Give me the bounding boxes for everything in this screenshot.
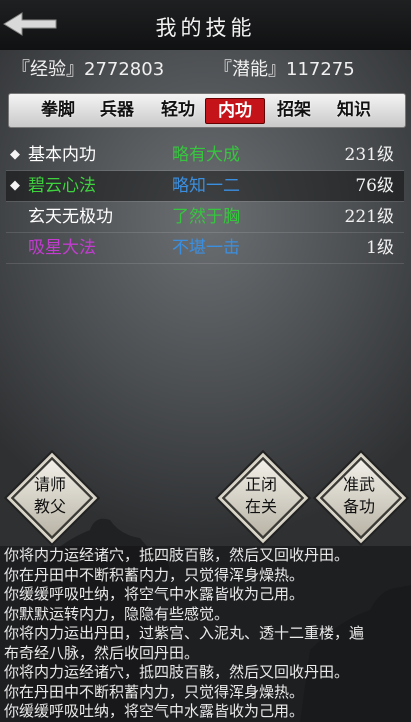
skill-proficiency: 不堪一击 — [172, 238, 240, 258]
skill-grade: 231级 — [344, 145, 394, 165]
row-divider — [6, 263, 404, 264]
tab-lightness[interactable]: 轻功 — [149, 98, 207, 122]
skill-grade: 76级 — [355, 176, 394, 196]
skill-row[interactable]: ◆ 基本内功 略有大成 231级 — [6, 140, 404, 170]
skill-row[interactable]: 吸星大法 不堪一击 1级 — [6, 233, 404, 263]
skill-name: 玄天无极功 — [28, 207, 113, 227]
log-line: 你缓缓呼吸吐纳，将空气中水露皆收为己用。 — [4, 702, 305, 720]
tab-knowledge[interactable]: 知识 — [325, 98, 383, 122]
tab-inner-power[interactable]: 内功 — [205, 98, 265, 124]
selected-marker-icon: ◆ — [10, 178, 20, 193]
log-line: 你缓缓呼吸吐纳，将空气中水露皆收为己用。 — [4, 585, 305, 603]
log-line: 你将内力运出丹田，过紫宫、入泥丸、透十二重楼，遍 — [4, 624, 365, 642]
log-line: 布奇经八脉，然后收回丹田。 — [4, 643, 200, 662]
skill-name: 吸星大法 — [28, 238, 96, 258]
message-log[interactable]: 你将内力运经诸穴，抵四肢百骸，然后又回收丹田。 你在丹田中不断积蓄内力，只觉得浑身… — [0, 546, 411, 722]
log-line: 你默默运转内力，隐隐有些感觉。 — [4, 604, 230, 623]
log-line: 你在丹田中不断积蓄内力，只觉得浑身燥热。 — [4, 565, 305, 584]
skill-proficiency: 略有大成 — [172, 145, 240, 165]
skill-proficiency: 略知一二 — [172, 176, 240, 196]
skill-name: 基本内功 — [28, 145, 96, 165]
skill-grade: 1级 — [366, 238, 394, 258]
skill-grade: 221级 — [344, 207, 394, 227]
header-bar: 我的技能 — [0, 0, 411, 50]
log-line: 你将内力运经诸穴，抵四肢百骸，然后又回收丹田。 — [4, 546, 350, 564]
skill-name: 碧云心法 — [28, 176, 96, 196]
log-line: 你在丹田中不断积蓄内力，只觉得浑身燥热。 — [4, 682, 305, 701]
tab-weapon[interactable]: 兵器 — [88, 98, 146, 122]
log-line: 你将内力运经诸穴，抵四肢百骸，然后又回收丹田。 — [4, 663, 350, 681]
potential-stat: 『潜能』117275 — [214, 59, 355, 80]
skill-proficiency: 了然于胸 — [172, 207, 240, 227]
skill-row[interactable]: 玄天无极功 了然于胸 221级 — [6, 202, 404, 232]
tab-parry[interactable]: 招架 — [265, 98, 323, 122]
tab-fist[interactable]: 拳脚 — [29, 98, 87, 122]
selected-marker-icon: ◆ — [10, 147, 20, 162]
skill-tab-bar: 拳脚 兵器 轻功 内功 招架 知识 — [8, 93, 406, 128]
exp-stat: 『经验』2772803 — [12, 59, 165, 80]
skill-row[interactable]: ◆ 碧云心法 略知一二 76级 — [6, 171, 404, 201]
page-title: 我的技能 — [155, 16, 256, 40]
